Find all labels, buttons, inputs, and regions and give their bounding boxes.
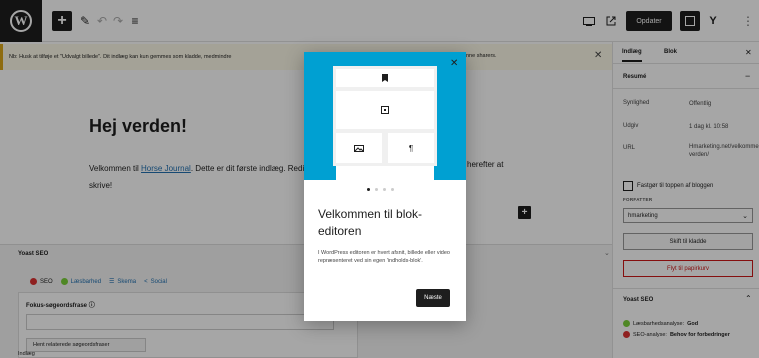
welcome-illustration: ¶ [304, 52, 466, 180]
page-dot[interactable] [391, 188, 394, 191]
add-block-icon [380, 104, 390, 116]
bookmark-icon [380, 72, 390, 84]
modal-title: Velkommen til blok-editoren [318, 207, 423, 238]
next-button[interactable]: Næste [416, 289, 450, 307]
page-indicator [367, 188, 394, 191]
image-icon [354, 142, 364, 154]
modal-description: I WordPress editoren er hvert afsnit, bi… [318, 250, 450, 264]
page-dot[interactable] [383, 188, 386, 191]
page-dot-active[interactable] [367, 188, 370, 191]
welcome-guide-modal: ¶ ✕ Velkommen til blok-editoren I WordPr… [304, 52, 466, 321]
page-dot[interactable] [375, 188, 378, 191]
close-icon[interactable]: ✕ [450, 58, 458, 69]
paragraph-icon: ¶ [408, 143, 414, 153]
illustration-block [336, 166, 434, 180]
